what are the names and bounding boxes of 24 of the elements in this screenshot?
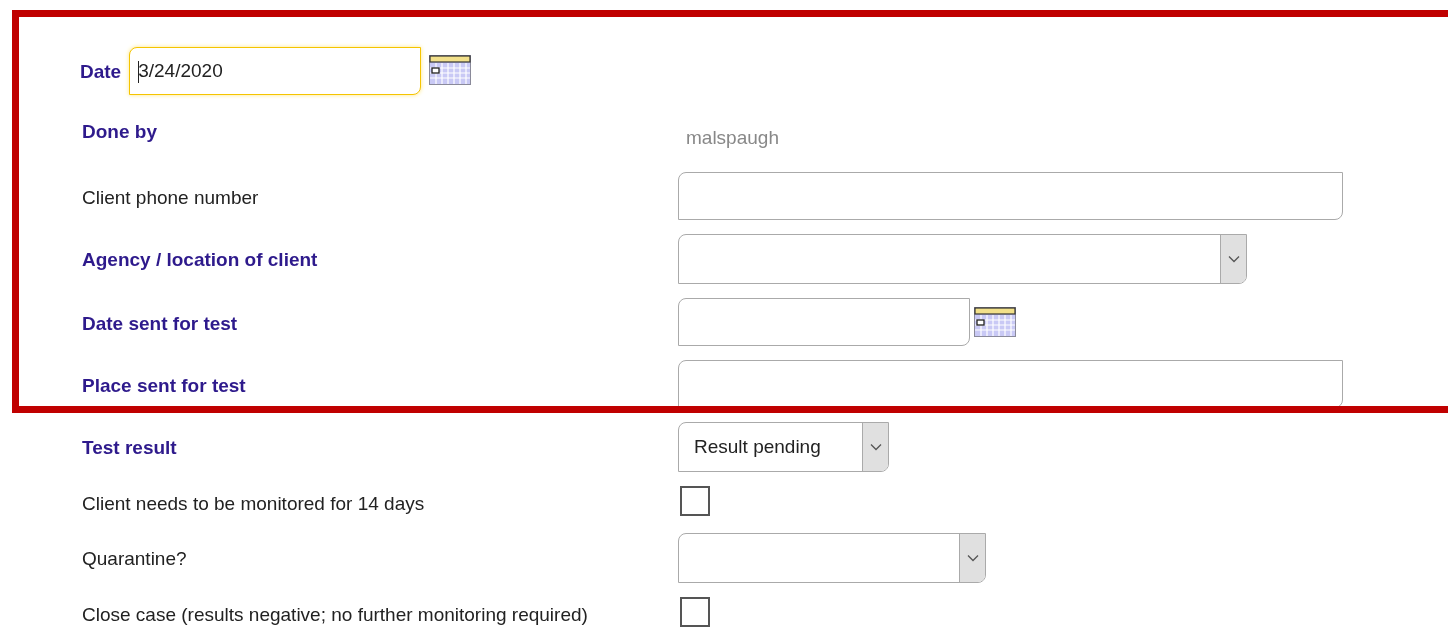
dropdown[interactable]: Result pending (678, 422, 889, 472)
field-label: Place sent for test (82, 374, 246, 398)
field-label: Test result (82, 436, 177, 460)
date-field[interactable] (678, 298, 970, 346)
chevron-down-icon (1227, 255, 1240, 263)
field-label: Client needs to be monitored for 14 days (82, 492, 425, 516)
checkbox[interactable] (680, 486, 710, 516)
text-field[interactable] (678, 360, 1343, 408)
field-label: Date (80, 60, 122, 84)
checkbox[interactable] (680, 596, 710, 627)
calendar-icon[interactable] (974, 307, 1016, 337)
field-label: Close case (results negative; no further monitoring required) (82, 602, 588, 627)
field-value: malspaugh (686, 126, 779, 150)
field-label: Done by (82, 120, 157, 144)
chevron-down-icon (966, 553, 979, 562)
text-cursor (138, 61, 140, 83)
field-label: Date sent for test (82, 312, 238, 336)
field-label: Client phone number (82, 186, 259, 210)
field-label: Agency / location of client (82, 248, 318, 272)
calendar-icon[interactable] (429, 55, 472, 85)
text-field[interactable] (678, 172, 1343, 220)
chevron-down-icon (869, 443, 882, 451)
date-field[interactable]: 3/24/2020 (129, 47, 422, 95)
field-label: Quarantine? (82, 546, 187, 571)
